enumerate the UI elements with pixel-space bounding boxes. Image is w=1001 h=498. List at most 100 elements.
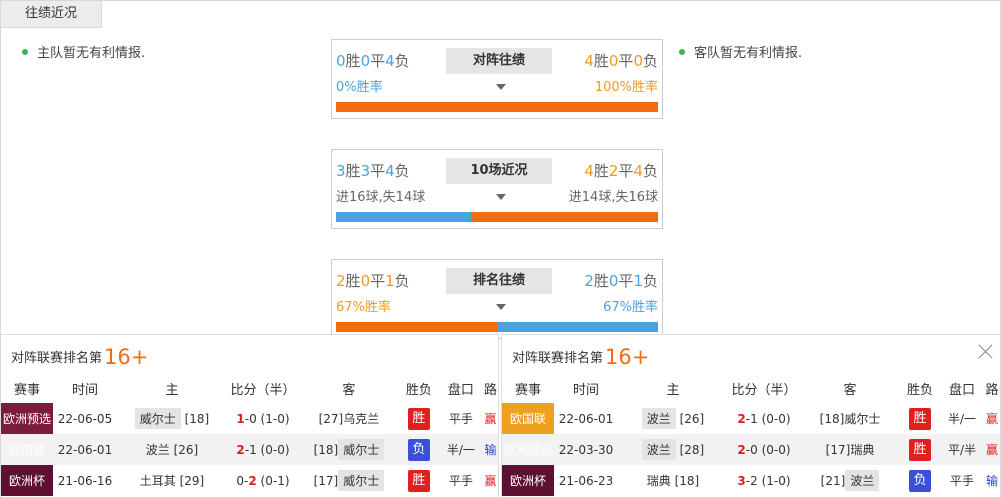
league-badge[interactable]: 欧洲杯 [1,465,53,496]
away-record: 4胜2平4负 [584,162,658,180]
away-team[interactable]: [21] 波兰 [800,465,900,496]
road: 赢 [482,465,498,496]
header-home: 主 [618,373,728,403]
match-table: 赛事 时间 主 比分（半） 客 胜负 盘口 路 欧洲预选 22-06-05 威尔士 … [1,373,498,496]
handicap: 平/半 [940,434,984,465]
home-team-info: 主队暂无有利情报. [22,42,145,61]
home-team[interactable]: 瑞典 [18] [618,465,728,496]
match-date: 22-06-01 [52,434,117,465]
league-badge[interactable]: 欧国联 [502,403,554,434]
handicap: 平手 [940,465,984,496]
panel-home-vs-rank: 对阵联赛排名第16+ 赛事 时间 主 比分（半） 客 胜负 盘口 路 欧洲预选 2… [1,334,499,497]
away-team[interactable]: [17] 威尔士 [298,465,399,496]
home-team-name[interactable]: 土耳其 [140,474,176,488]
card-title[interactable]: 对阵往绩 [446,48,552,74]
header-time: 时间 [52,373,117,403]
home-team-name[interactable]: 波兰 [641,408,676,429]
table-row[interactable]: 欧洲杯 21-06-23 瑞典 [18] 3-2 (1-0) [21] 波兰负平手输 [502,465,1000,496]
score[interactable]: 2-1 (0-0) [226,434,299,465]
home-team-name[interactable]: 威尔士 [134,408,181,429]
comparison-bar [336,322,658,332]
panel-title: 对阵联赛排名第16+ [512,345,650,369]
away-rank: [18] [819,412,845,426]
handicap: 平手 [438,465,483,496]
score[interactable]: 1-0 (1-0) [226,403,299,434]
bar-away [497,322,658,332]
header-league: 赛事 [1,373,53,403]
result-badge: 胜 [407,469,430,492]
table-row[interactable]: 欧国联 22-06-01 波兰 [26] 2-1 (0-0) [18] 威尔士负半/一输 [1,434,498,465]
header-time: 时间 [554,373,618,403]
header-handicap: 盘口 [940,373,984,403]
header-away: 客 [800,373,900,403]
away-win-rate: 67%胜率 [603,300,658,315]
dropdown-arrow-icon[interactable] [496,194,506,200]
header-result: 胜负 [398,373,439,403]
bar-home [336,212,472,222]
home-team-name[interactable]: 波兰 [641,439,676,460]
away-team-name[interactable]: 波兰 [845,470,880,491]
card-last-10: 3胜3平4负 10场近况 4胜2平4负 进16球,失14球 进14球,失16球 [331,149,663,229]
card-head-to-head: 0胜0平4负 对阵往绩 4胜0平0负 0%胜率 100%胜率 [331,39,663,119]
road: 输 [984,465,1000,496]
table-row[interactable]: 欧洲杯 21-06-16 土耳其 [29] 0-2 (0-1) [17] 威尔士胜平手赢 [1,465,498,496]
result: 胜 [398,403,439,434]
away-team-name[interactable]: 乌克兰 [343,412,379,426]
away-team[interactable]: [18]威尔士 [800,403,900,434]
score[interactable]: 3-2 (1-0) [728,465,800,496]
result-badge: 负 [909,469,931,492]
away-rank: [17] [313,474,339,488]
comparison-bar [336,212,658,222]
league-badge[interactable]: 欧洲预选 [502,434,554,465]
result-badge: 负 [407,438,430,461]
home-team[interactable]: 土耳其 [29] [116,465,227,496]
table-row[interactable]: 欧洲预选 22-03-30 波兰 [28] 2-0 (0-0) [17]瑞典胜平/半赢 [502,434,1000,465]
home-team[interactable]: 波兰 [26] [116,434,227,465]
card-title[interactable]: 排名往绩 [446,268,552,294]
home-team-name[interactable]: 波兰 [146,443,170,457]
away-team-name[interactable]: 威尔士 [844,412,880,426]
league-badge[interactable]: 欧国联 [1,434,53,465]
home-team[interactable]: 波兰 [26] [618,403,728,434]
score[interactable]: 2-1 (0-0) [728,403,800,434]
tab-recent-record[interactable]: 往绩近况 [1,1,102,28]
road: 赢 [984,403,1000,434]
dropdown-arrow-icon[interactable] [496,84,506,90]
close-icon[interactable] [978,343,994,359]
away-rank: [27] [318,412,344,426]
away-team-name[interactable]: 威尔士 [338,439,385,460]
bar-away [336,102,658,112]
header-away: 客 [298,373,399,403]
result-badge: 胜 [407,407,430,430]
panel-title: 对阵联赛排名第16+ [11,345,149,369]
match-date: 21-06-23 [554,465,618,496]
result: 胜 [398,465,439,496]
dropdown-arrow-icon[interactable] [496,304,506,310]
handicap: 平手 [438,403,483,434]
table-row[interactable]: 欧洲预选 22-06-05 威尔士 [18] 1-0 (1-0) [27]乌克兰胜平手赢 [1,403,498,434]
header-league: 赛事 [502,373,554,403]
comparison-bar [336,102,658,112]
home-goals: 进16球,失14球 [336,190,426,205]
away-team[interactable]: [17]瑞典 [800,434,900,465]
league-badge[interactable]: 欧洲杯 [502,465,554,496]
score[interactable]: 0-2 (0-1) [226,465,299,496]
away-team-name[interactable]: 威尔士 [338,470,385,491]
home-win-rate: 67%胜率 [336,300,391,315]
home-team-name[interactable]: 瑞典 [647,474,671,488]
home-record: 3胜3平4负 [336,162,410,180]
home-team[interactable]: 波兰 [28] [618,434,728,465]
score[interactable]: 2-0 (0-0) [728,434,800,465]
away-team[interactable]: [27]乌克兰 [298,403,399,434]
away-team-name[interactable]: 瑞典 [850,443,874,457]
away-team[interactable]: [18]威尔士 [298,434,399,465]
table-row[interactable]: 欧国联 22-06-01 波兰 [26] 2-1 (0-0) [18]威尔士胜半/一赢 [502,403,1000,434]
home-record: 2胜0平1负 [336,272,410,290]
card-title[interactable]: 10场近况 [446,158,552,184]
league-badge[interactable]: 欧洲预选 [1,403,53,434]
result-badge: 胜 [909,438,931,461]
home-team[interactable]: 威尔士 [18] [116,403,227,434]
home-record: 0胜0平4负 [336,52,410,70]
match-date: 22-06-05 [52,403,117,434]
header-road: 路 [482,373,498,403]
